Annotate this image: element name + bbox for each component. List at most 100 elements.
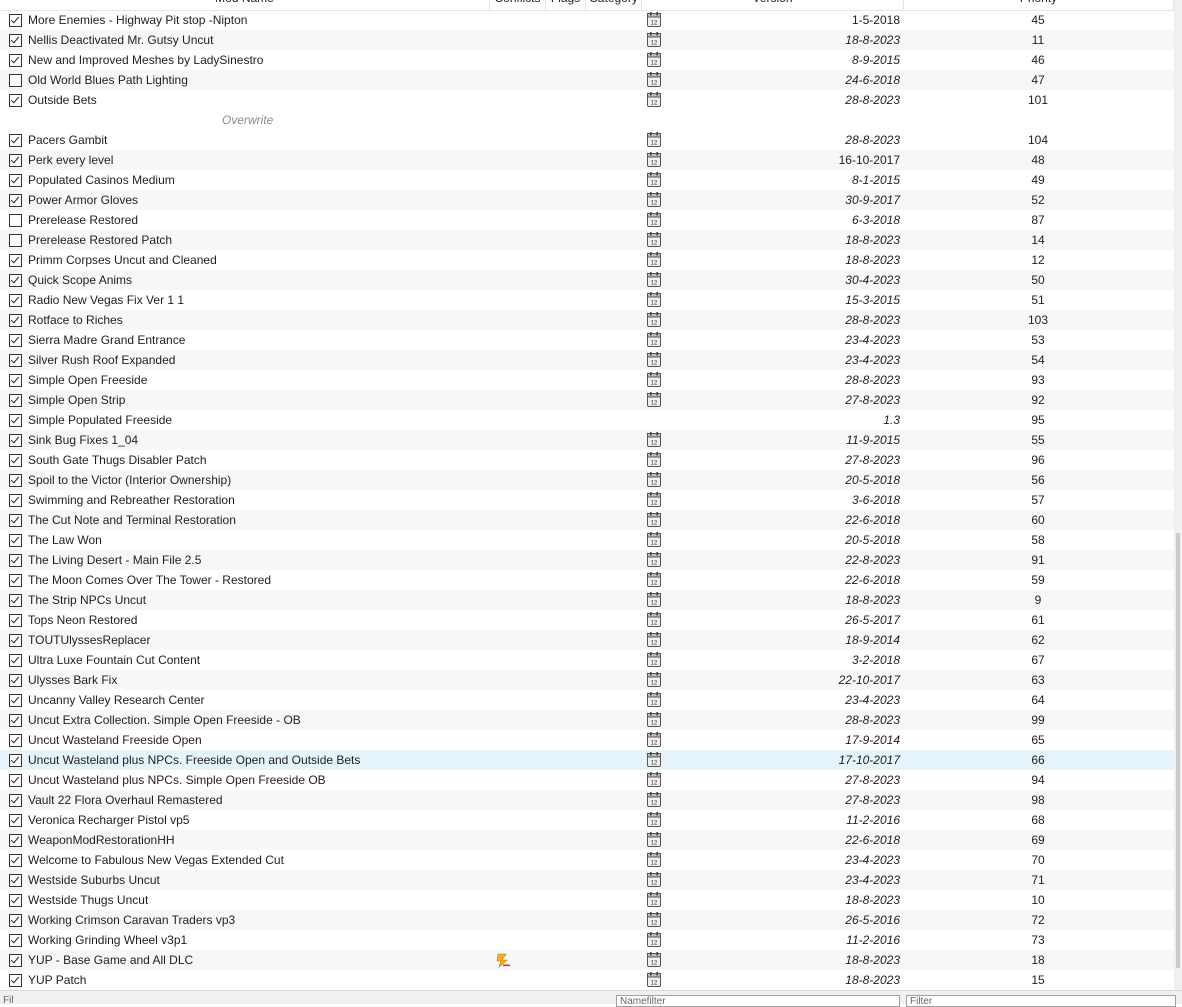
checkbox-checked[interactable] bbox=[9, 734, 22, 747]
checkbox-checked[interactable] bbox=[9, 614, 22, 627]
checkbox-checked[interactable] bbox=[9, 314, 22, 327]
mod-row[interactable]: Populated Casinos Medium 12 8-1-2015 49 bbox=[0, 170, 1174, 190]
mod-row[interactable]: YUP Patch 12 18-8-2023 15 bbox=[0, 970, 1174, 990]
checkbox-checked[interactable] bbox=[9, 194, 22, 207]
checkbox-checked[interactable] bbox=[9, 974, 22, 987]
mod-row[interactable]: Simple Open Strip 12 27-8-2023 92 bbox=[0, 390, 1174, 410]
checkbox-unchecked[interactable] bbox=[9, 74, 22, 87]
checkbox-checked[interactable] bbox=[9, 714, 22, 727]
checkbox-checked[interactable] bbox=[9, 814, 22, 827]
checkbox-checked[interactable] bbox=[9, 374, 22, 387]
mod-row[interactable]: Nellis Deactivated Mr. Gutsy Uncut 12 18-8… bbox=[0, 30, 1174, 50]
mod-row[interactable]: Sink Bug Fixes 1_04 12 11-9-2015 55 bbox=[0, 430, 1174, 450]
col-category[interactable]: Category bbox=[586, 0, 642, 10]
checkbox-checked[interactable] bbox=[9, 414, 22, 427]
checkbox-checked[interactable] bbox=[9, 434, 22, 447]
checkbox-checked[interactable] bbox=[9, 594, 22, 607]
mod-row[interactable]: The Living Desert - Main File 2.5 12 22-8-… bbox=[0, 550, 1174, 570]
col-priority[interactable]: Priority bbox=[904, 0, 1174, 10]
checkbox-checked[interactable] bbox=[9, 474, 22, 487]
mod-row[interactable]: New and Improved Meshes by LadySinestro 1… bbox=[0, 50, 1174, 70]
checkbox-checked[interactable] bbox=[9, 34, 22, 47]
checkbox-checked[interactable] bbox=[9, 94, 22, 107]
mod-row[interactable]: The Moon Comes Over The Tower - Restored… bbox=[0, 570, 1174, 590]
checkbox-unchecked[interactable] bbox=[9, 234, 22, 247]
mod-list[interactable]: Mod Name Conflicts Flags Category Versio… bbox=[0, 0, 1174, 990]
mod-row[interactable]: Swimming and Rebreather Restoration 12 3-6… bbox=[0, 490, 1174, 510]
filter-input[interactable]: Filter bbox=[0, 995, 14, 1007]
checkbox-unchecked[interactable] bbox=[9, 214, 22, 227]
checkbox-checked[interactable] bbox=[9, 574, 22, 587]
mod-row[interactable]: Welcome to Fabulous New Vegas Extended C… bbox=[0, 850, 1174, 870]
mod-row[interactable]: Old World Blues Path Lighting 12 24-6-2018… bbox=[0, 70, 1174, 90]
col-conflicts[interactable]: Conflicts bbox=[490, 0, 546, 10]
mod-row[interactable]: Working Crimson Caravan Traders vp3 12 26-… bbox=[0, 910, 1174, 930]
checkbox-checked[interactable] bbox=[9, 754, 22, 767]
mod-row[interactable]: Spoil to the Victor (Interior Ownership)… bbox=[0, 470, 1174, 490]
flag-redundant-icon[interactable] bbox=[495, 952, 511, 968]
mod-row[interactable]: Prerelease Restored 12 6-3-2018 87 bbox=[0, 210, 1174, 230]
checkbox-checked[interactable] bbox=[9, 554, 22, 567]
mod-row[interactable]: Rotface to Riches 12 28-8-2023 103 bbox=[0, 310, 1174, 330]
col-mod-name[interactable]: Mod Name bbox=[0, 0, 490, 10]
mod-row[interactable]: Silver Rush Roof Expanded 12 23-4-2023 54 bbox=[0, 350, 1174, 370]
checkbox-checked[interactable] bbox=[9, 874, 22, 887]
mod-row[interactable]: Vault 22 Flora Overhaul Remastered 12 27-8… bbox=[0, 790, 1174, 810]
checkbox-checked[interactable] bbox=[9, 454, 22, 467]
checkbox-checked[interactable] bbox=[9, 354, 22, 367]
mod-row[interactable]: Working Grinding Wheel v3p1 12 11-2-2016 73 bbox=[0, 930, 1174, 950]
mod-row[interactable]: WeaponModRestorationHH 12 22-6-2018 69 bbox=[0, 830, 1174, 850]
checkbox-checked[interactable] bbox=[9, 274, 22, 287]
mod-row[interactable]: Ultra Luxe Fountain Cut Content 12 3-2-201… bbox=[0, 650, 1174, 670]
checkbox-checked[interactable] bbox=[9, 54, 22, 67]
mod-row[interactable]: Sierra Madre Grand Entrance 12 23-4-2023 53 bbox=[0, 330, 1174, 350]
mod-row[interactable]: Uncut Wasteland plus NPCs. Simple Open F… bbox=[0, 770, 1174, 790]
mod-row[interactable]: Westside Thugs Uncut 12 18-8-2023 10 bbox=[0, 890, 1174, 910]
mod-row[interactable]: The Cut Note and Terminal Restoration 12 2… bbox=[0, 510, 1174, 530]
checkbox-checked[interactable] bbox=[9, 914, 22, 927]
mod-row[interactable]: Outside Bets 12 28-8-2023 101 bbox=[0, 90, 1174, 110]
checkbox-checked[interactable] bbox=[9, 394, 22, 407]
checkbox-checked[interactable] bbox=[9, 334, 22, 347]
mod-row[interactable]: South Gate Thugs Disabler Patch 12 27-8-20… bbox=[0, 450, 1174, 470]
checkbox-checked[interactable] bbox=[9, 774, 22, 787]
checkbox-checked[interactable] bbox=[9, 854, 22, 867]
col-version[interactable]: Version bbox=[642, 0, 904, 10]
mod-row[interactable]: Perk every level 12 16-10-2017 48 bbox=[0, 150, 1174, 170]
name-filter-input[interactable]: Namefilter bbox=[616, 995, 900, 1007]
mod-row[interactable]: Uncut Extra Collection. Simple Open Free… bbox=[0, 710, 1174, 730]
checkbox-checked[interactable] bbox=[9, 14, 22, 27]
checkbox-checked[interactable] bbox=[9, 514, 22, 527]
checkbox-checked[interactable] bbox=[9, 794, 22, 807]
filter-input-right[interactable]: Filter bbox=[906, 995, 1176, 1007]
checkbox-checked[interactable] bbox=[9, 954, 22, 967]
mod-row[interactable]: Veronica Recharger Pistol vp5 12 11-2-2016… bbox=[0, 810, 1174, 830]
mod-row[interactable]: Uncut Wasteland Freeside Open 12 17-9-2014… bbox=[0, 730, 1174, 750]
mod-row[interactable]: More Enemies - Highway Pit stop -Nipton 1… bbox=[0, 10, 1174, 30]
checkbox-checked[interactable] bbox=[9, 674, 22, 687]
mod-row[interactable]: Uncut Wasteland plus NPCs. Freeside Open… bbox=[0, 750, 1174, 770]
checkbox-checked[interactable] bbox=[9, 894, 22, 907]
checkbox-checked[interactable] bbox=[9, 654, 22, 667]
checkbox-checked[interactable] bbox=[9, 174, 22, 187]
mod-row[interactable]: Simple Populated Freeside 1.3 95 bbox=[0, 410, 1174, 430]
mod-row[interactable]: Quick Scope Anims 12 30-4-2023 50 bbox=[0, 270, 1174, 290]
mod-row[interactable]: Simple Open Freeside 12 28-8-2023 93 bbox=[0, 370, 1174, 390]
checkbox-checked[interactable] bbox=[9, 934, 22, 947]
mod-row[interactable]: YUP - Base Game and All DLC 12 18-8-2023 18 bbox=[0, 950, 1174, 970]
mod-row[interactable]: The Strip NPCs Uncut 12 18-8-2023 9 bbox=[0, 590, 1174, 610]
mod-row[interactable]: Prerelease Restored Patch 12 18-8-2023 14 bbox=[0, 230, 1174, 250]
col-flags[interactable]: Flags bbox=[546, 0, 586, 10]
checkbox-checked[interactable] bbox=[9, 154, 22, 167]
mod-row[interactable]: Pacers Gambit 12 28-8-2023 104 bbox=[0, 130, 1174, 150]
checkbox-checked[interactable] bbox=[9, 134, 22, 147]
mod-row[interactable]: Uncanny Valley Research Center 12 23-4-202… bbox=[0, 690, 1174, 710]
mod-row[interactable]: Power Armor Gloves 12 30-9-2017 52 bbox=[0, 190, 1174, 210]
separator-row[interactable]: Overwrite bbox=[0, 110, 1174, 130]
vertical-scrollbar[interactable] bbox=[1174, 0, 1182, 990]
mod-row[interactable]: Tops Neon Restored 12 26-5-2017 61 bbox=[0, 610, 1174, 630]
checkbox-checked[interactable] bbox=[9, 254, 22, 267]
checkbox-checked[interactable] bbox=[9, 494, 22, 507]
mod-row[interactable]: Primm Corpses Uncut and Cleaned 12 18-8-20… bbox=[0, 250, 1174, 270]
checkbox-checked[interactable] bbox=[9, 634, 22, 647]
